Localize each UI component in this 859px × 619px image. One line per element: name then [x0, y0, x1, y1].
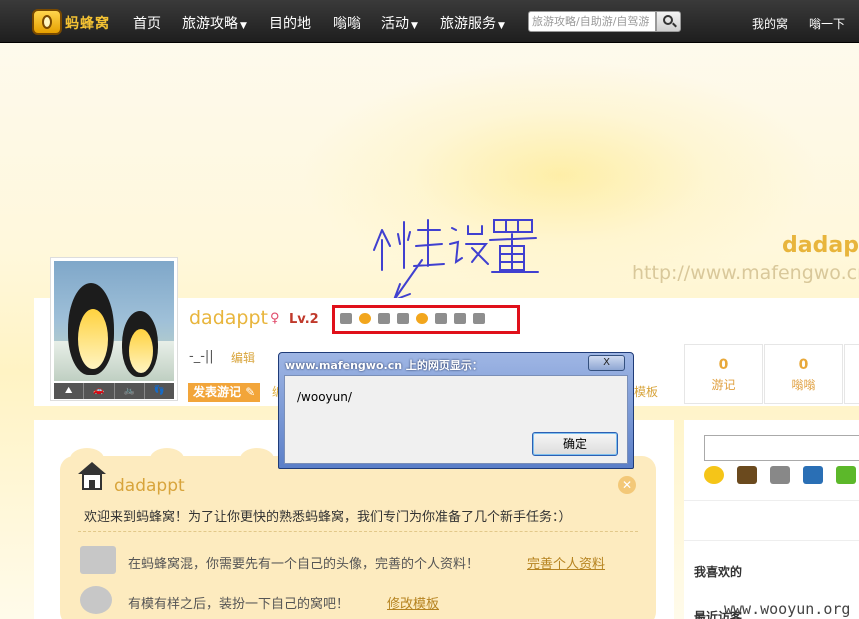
stat-wengweng[interactable]: 0 嗡嗡: [764, 344, 843, 404]
edit-signature-link[interactable]: 编辑: [231, 349, 255, 366]
chevron-down-icon: ▼: [240, 21, 247, 31]
post-travelogue-button[interactable]: 发表游记 ✎: [188, 383, 260, 402]
nav-home[interactable]: 首页: [133, 13, 161, 33]
template-link[interactable]: 模板: [634, 383, 658, 400]
logo-bee-icon: [32, 9, 62, 35]
nav-travel-services[interactable]: 旅游服务 ▼: [440, 13, 505, 33]
welcome-intro: 欢迎来到蚂蜂窝！为了让你更快的熟悉蚂蜂窝，我们专门为你准备了几个新手任务：）: [84, 510, 572, 525]
cat-medal-icon[interactable]: [397, 313, 409, 324]
book-medal-icon[interactable]: [473, 313, 485, 324]
watermark: www.wooyun.org: [724, 600, 851, 618]
train-medal-icon[interactable]: [454, 313, 466, 324]
alert-dialog: www.mafengwo.cn 上的网页显示： X /wooyun/ 确定: [278, 352, 634, 469]
weng-input[interactable]: [704, 435, 859, 461]
footprint-icon[interactable]: 👣: [145, 383, 174, 399]
chevron-down-icon: ▼: [498, 21, 505, 31]
medal-list: [340, 313, 485, 324]
divider: [78, 531, 638, 532]
car-icon[interactable]: 🚗: [84, 383, 115, 399]
divider: [684, 540, 859, 541]
welcome-title: dadappt: [114, 476, 185, 496]
nav-destinations[interactable]: 目的地: [269, 13, 311, 33]
nav-events[interactable]: 活动 ▼: [381, 13, 418, 33]
search-input[interactable]: 旅游攻略/自助游/自驾游: [528, 11, 656, 32]
complete-profile-link[interactable]: 完善个人资料: [527, 553, 605, 572]
dialog-title: www.mafengwo.cn 上的网页显示：: [285, 359, 483, 372]
stat-travelogues[interactable]: 0 游记: [684, 344, 763, 404]
house-icon: [78, 462, 106, 492]
user-level: Lv.2: [289, 312, 319, 327]
profile-username[interactable]: dadappt: [189, 307, 268, 329]
music-icon[interactable]: [836, 466, 856, 484]
nav-weng-post[interactable]: 嗡一下: [809, 15, 845, 32]
ok-button[interactable]: 确定: [532, 432, 618, 456]
handwritten-annotation: [373, 219, 539, 301]
nav-wengweng[interactable]: 嗡嗡: [333, 13, 361, 33]
ball-medal-icon[interactable]: [435, 313, 447, 324]
avatar-toolbar: ⛰ 🚗 🚲 👣: [54, 383, 174, 399]
banner-username: dadappt: [782, 233, 859, 258]
emoticon-toolbar: [704, 466, 856, 484]
task-text: 在蚂蜂窝混，你需要先有一个自己的头像，完善的个人资料！: [128, 557, 480, 572]
pencil-icon: ✎: [245, 385, 256, 399]
id-card-icon: [80, 546, 116, 574]
stat-more[interactable]: [844, 344, 859, 404]
profile-signature: -_-||: [189, 349, 214, 364]
spade-medal-icon[interactable]: [416, 313, 428, 324]
avatar[interactable]: ⛰ 🚗 🚲 👣: [50, 257, 178, 401]
dialog-body: /wooyun/ 确定: [284, 375, 628, 464]
task-text: 有模有样之后，装扮一下自己的窝吧！: [128, 597, 350, 612]
car-medal-icon[interactable]: [359, 313, 371, 324]
smiley-icon[interactable]: [704, 466, 724, 484]
favorites-heading: 我喜欢的: [694, 565, 743, 579]
change-template-link[interactable]: 修改模板: [387, 593, 439, 612]
banner-url: http://www.mafengwo.cn/: [632, 262, 859, 284]
mountain-icon[interactable]: ⛰: [54, 383, 85, 399]
female-icon: ♀: [270, 311, 280, 326]
close-icon[interactable]: ✕: [618, 476, 636, 494]
bus-medal-icon[interactable]: [378, 313, 390, 324]
avatar-penguin-image: [54, 261, 174, 381]
logo-text: 蚂蜂窝: [65, 16, 110, 32]
palette-icon: [80, 586, 112, 614]
bike-icon[interactable]: 🚲: [115, 383, 145, 399]
dialog-message: /wooyun/: [297, 390, 352, 404]
video-icon[interactable]: [803, 466, 823, 484]
nav-guides[interactable]: 旅游攻略 ▼: [182, 13, 247, 33]
dialog-close-button[interactable]: X: [588, 355, 625, 371]
camera-medal-icon[interactable]: [340, 313, 352, 324]
search-button[interactable]: [656, 11, 681, 32]
nav-my-home[interactable]: 我的窝: [752, 15, 788, 32]
site-logo[interactable]: 蚂蜂窝: [32, 9, 114, 35]
chevron-down-icon: ▼: [411, 21, 418, 31]
top-nav-bar: 蚂蜂窝 首页 旅游攻略 ▼ 目的地 嗡嗡 活动 ▼ 旅游服务 ▼ 旅游攻略/自助游/自…: [0, 0, 859, 43]
cart-icon[interactable]: [770, 466, 790, 484]
image-icon[interactable]: [737, 466, 757, 484]
divider: [684, 500, 859, 501]
